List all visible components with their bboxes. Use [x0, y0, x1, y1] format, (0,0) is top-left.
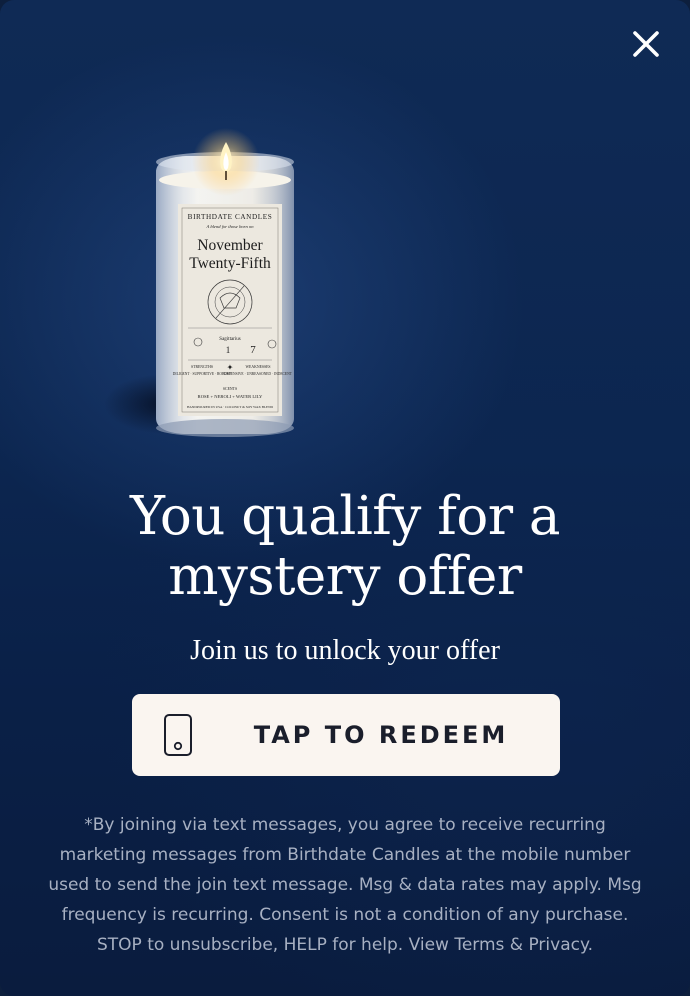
svg-text:A blend for those born on: A blend for those born on [205, 224, 254, 229]
svg-text:STRENGTHS: STRENGTHS [191, 365, 213, 369]
headline-line-2: mystery offer [168, 546, 522, 607]
disclaimer-line: STOP to unsubscribe, HELP for help. View… [96, 935, 593, 955]
disclaimer-line: used to send the join text message. Msg … [48, 875, 642, 895]
svg-text:Sagittarius: Sagittarius [219, 337, 240, 342]
close-button[interactable] [628, 26, 664, 62]
svg-text:DEFENSIVE · UNREASONED · INDEC: DEFENSIVE · UNREASONED · INDECENT [224, 372, 293, 376]
svg-text:BIRTHDATE CANDLES: BIRTHDATE CANDLES [188, 213, 273, 221]
disclaimer-line: marketing messages from Birthdate Candle… [59, 845, 631, 865]
headline: You qualify for a mystery offer [0, 487, 690, 607]
legal-disclaimer: *By joining via text messages, you agree… [40, 810, 650, 960]
cta-label: TAP TO REDEEM [253, 721, 509, 749]
disclaimer-line: frequency is recurring. Consent is not a… [61, 905, 629, 925]
headline-line-1: You qualify for a [129, 486, 561, 547]
svg-text:SCENTS: SCENTS [223, 387, 237, 391]
svg-text:HANDPOURED IN USA · COCONUT &: HANDPOURED IN USA · COCONUT & SOY WAX BL… [187, 405, 274, 409]
svg-text:November: November [197, 237, 263, 254]
tap-to-redeem-button[interactable]: TAP TO REDEEM [132, 694, 560, 776]
phone-icon [163, 713, 193, 757]
svg-text:✦: ✦ [227, 363, 234, 372]
svg-text:ROSE + NEROLI + WATER LILY: ROSE + NEROLI + WATER LILY [198, 394, 263, 399]
close-icon [633, 31, 659, 57]
product-image: BIRTHDATE CANDLES A blend for those born… [96, 128, 356, 458]
svg-text:1: 1 [226, 345, 231, 355]
subheading: Join us to unlock your offer [190, 635, 500, 666]
disclaimer-line: *By joining via text messages, you agree… [84, 815, 606, 835]
offer-modal: BIRTHDATE CANDLES A blend for those born… [0, 0, 690, 996]
svg-text:Twenty-Fifth: Twenty-Fifth [189, 255, 271, 272]
svg-text:7: 7 [250, 344, 256, 356]
svg-text:WEAKNESSES: WEAKNESSES [245, 365, 270, 369]
